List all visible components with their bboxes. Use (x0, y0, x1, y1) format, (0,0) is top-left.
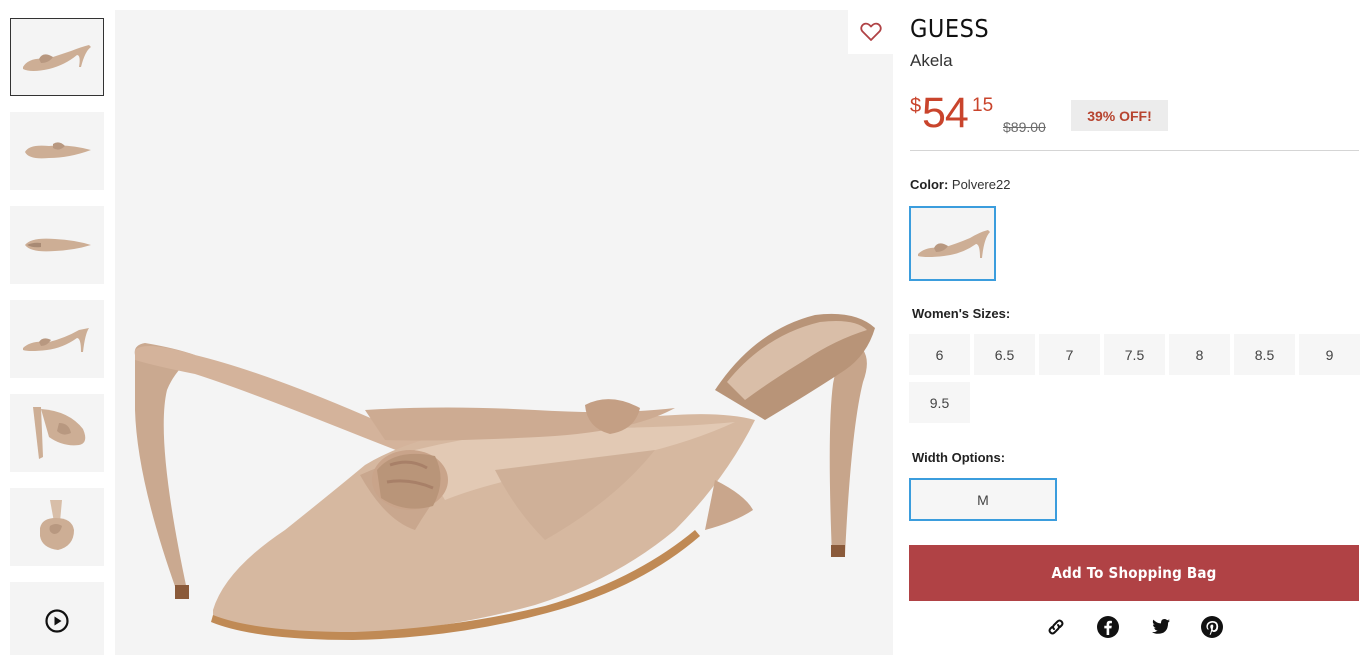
product-name: Akela (910, 51, 953, 70)
play-icon (45, 609, 69, 633)
color-label-title: Color: (910, 177, 949, 192)
thumbnail-back-view[interactable] (10, 394, 104, 472)
favorite-button[interactable] (848, 10, 893, 54)
size-option-8-5[interactable]: 8.5 (1234, 334, 1295, 375)
price-currency: $ (910, 95, 922, 117)
thumbnail-sole-view[interactable] (10, 206, 104, 284)
shoe-front-thumbnail (40, 500, 74, 550)
discount-badge: 39% OFF! (1071, 100, 1168, 131)
shoe-top-thumbnail (25, 142, 91, 159)
copy-link-button[interactable] (1043, 614, 1069, 640)
price-cents: 15 (972, 95, 994, 116)
size-option-7[interactable]: 7 (1039, 334, 1100, 375)
divider (910, 150, 1359, 151)
shoe-side-thumbnail (23, 45, 91, 71)
brand-name[interactable]: GUESS (910, 14, 989, 43)
size-option-6-5[interactable]: 6.5 (974, 334, 1035, 375)
shoe-sole-thumbnail (25, 238, 91, 252)
shoe-illustration (134, 313, 875, 640)
shoe-side2-thumbnail (23, 328, 89, 352)
price-dollars: 54 (922, 89, 969, 137)
share-pinterest-button[interactable] (1199, 614, 1225, 640)
twitter-icon (1152, 619, 1170, 634)
original-price: $89.00 (1003, 119, 1046, 135)
share-facebook-button[interactable] (1095, 614, 1121, 640)
width-option-m[interactable]: M (909, 478, 1057, 521)
color-swatch-polvere22[interactable] (909, 206, 996, 281)
sizes-label: Women's Sizes: (912, 306, 1011, 321)
shoe-back-thumbnail (33, 407, 86, 459)
share-twitter-button[interactable] (1147, 614, 1173, 640)
shoe-swatch-image (917, 229, 990, 258)
size-option-7-5[interactable]: 7.5 (1104, 334, 1165, 375)
facebook-icon (1097, 616, 1119, 638)
thumbnail-side-view-2[interactable] (10, 300, 104, 378)
size-option-8[interactable]: 8 (1169, 334, 1230, 375)
link-icon (1048, 619, 1064, 635)
color-value: Polvere22 (951, 177, 1011, 192)
color-label: Color: Polvere22 (910, 177, 1010, 192)
thumbnail-top-view[interactable] (10, 112, 104, 190)
thumbnail-video[interactable] (10, 582, 104, 655)
pinterest-icon (1201, 616, 1223, 638)
heart-icon (859, 22, 882, 41)
size-option-9[interactable]: 9 (1299, 334, 1360, 375)
thumbnail-side-view[interactable] (10, 18, 104, 96)
thumbnail-front-view[interactable] (10, 488, 104, 566)
size-option-9-5[interactable]: 9.5 (909, 382, 970, 423)
width-label: Width Options: (912, 450, 1006, 465)
size-option-6[interactable]: 6 (909, 334, 970, 375)
main-product-image[interactable] (115, 10, 893, 655)
add-to-bag-button[interactable]: Add To Shopping Bag (909, 545, 1359, 601)
